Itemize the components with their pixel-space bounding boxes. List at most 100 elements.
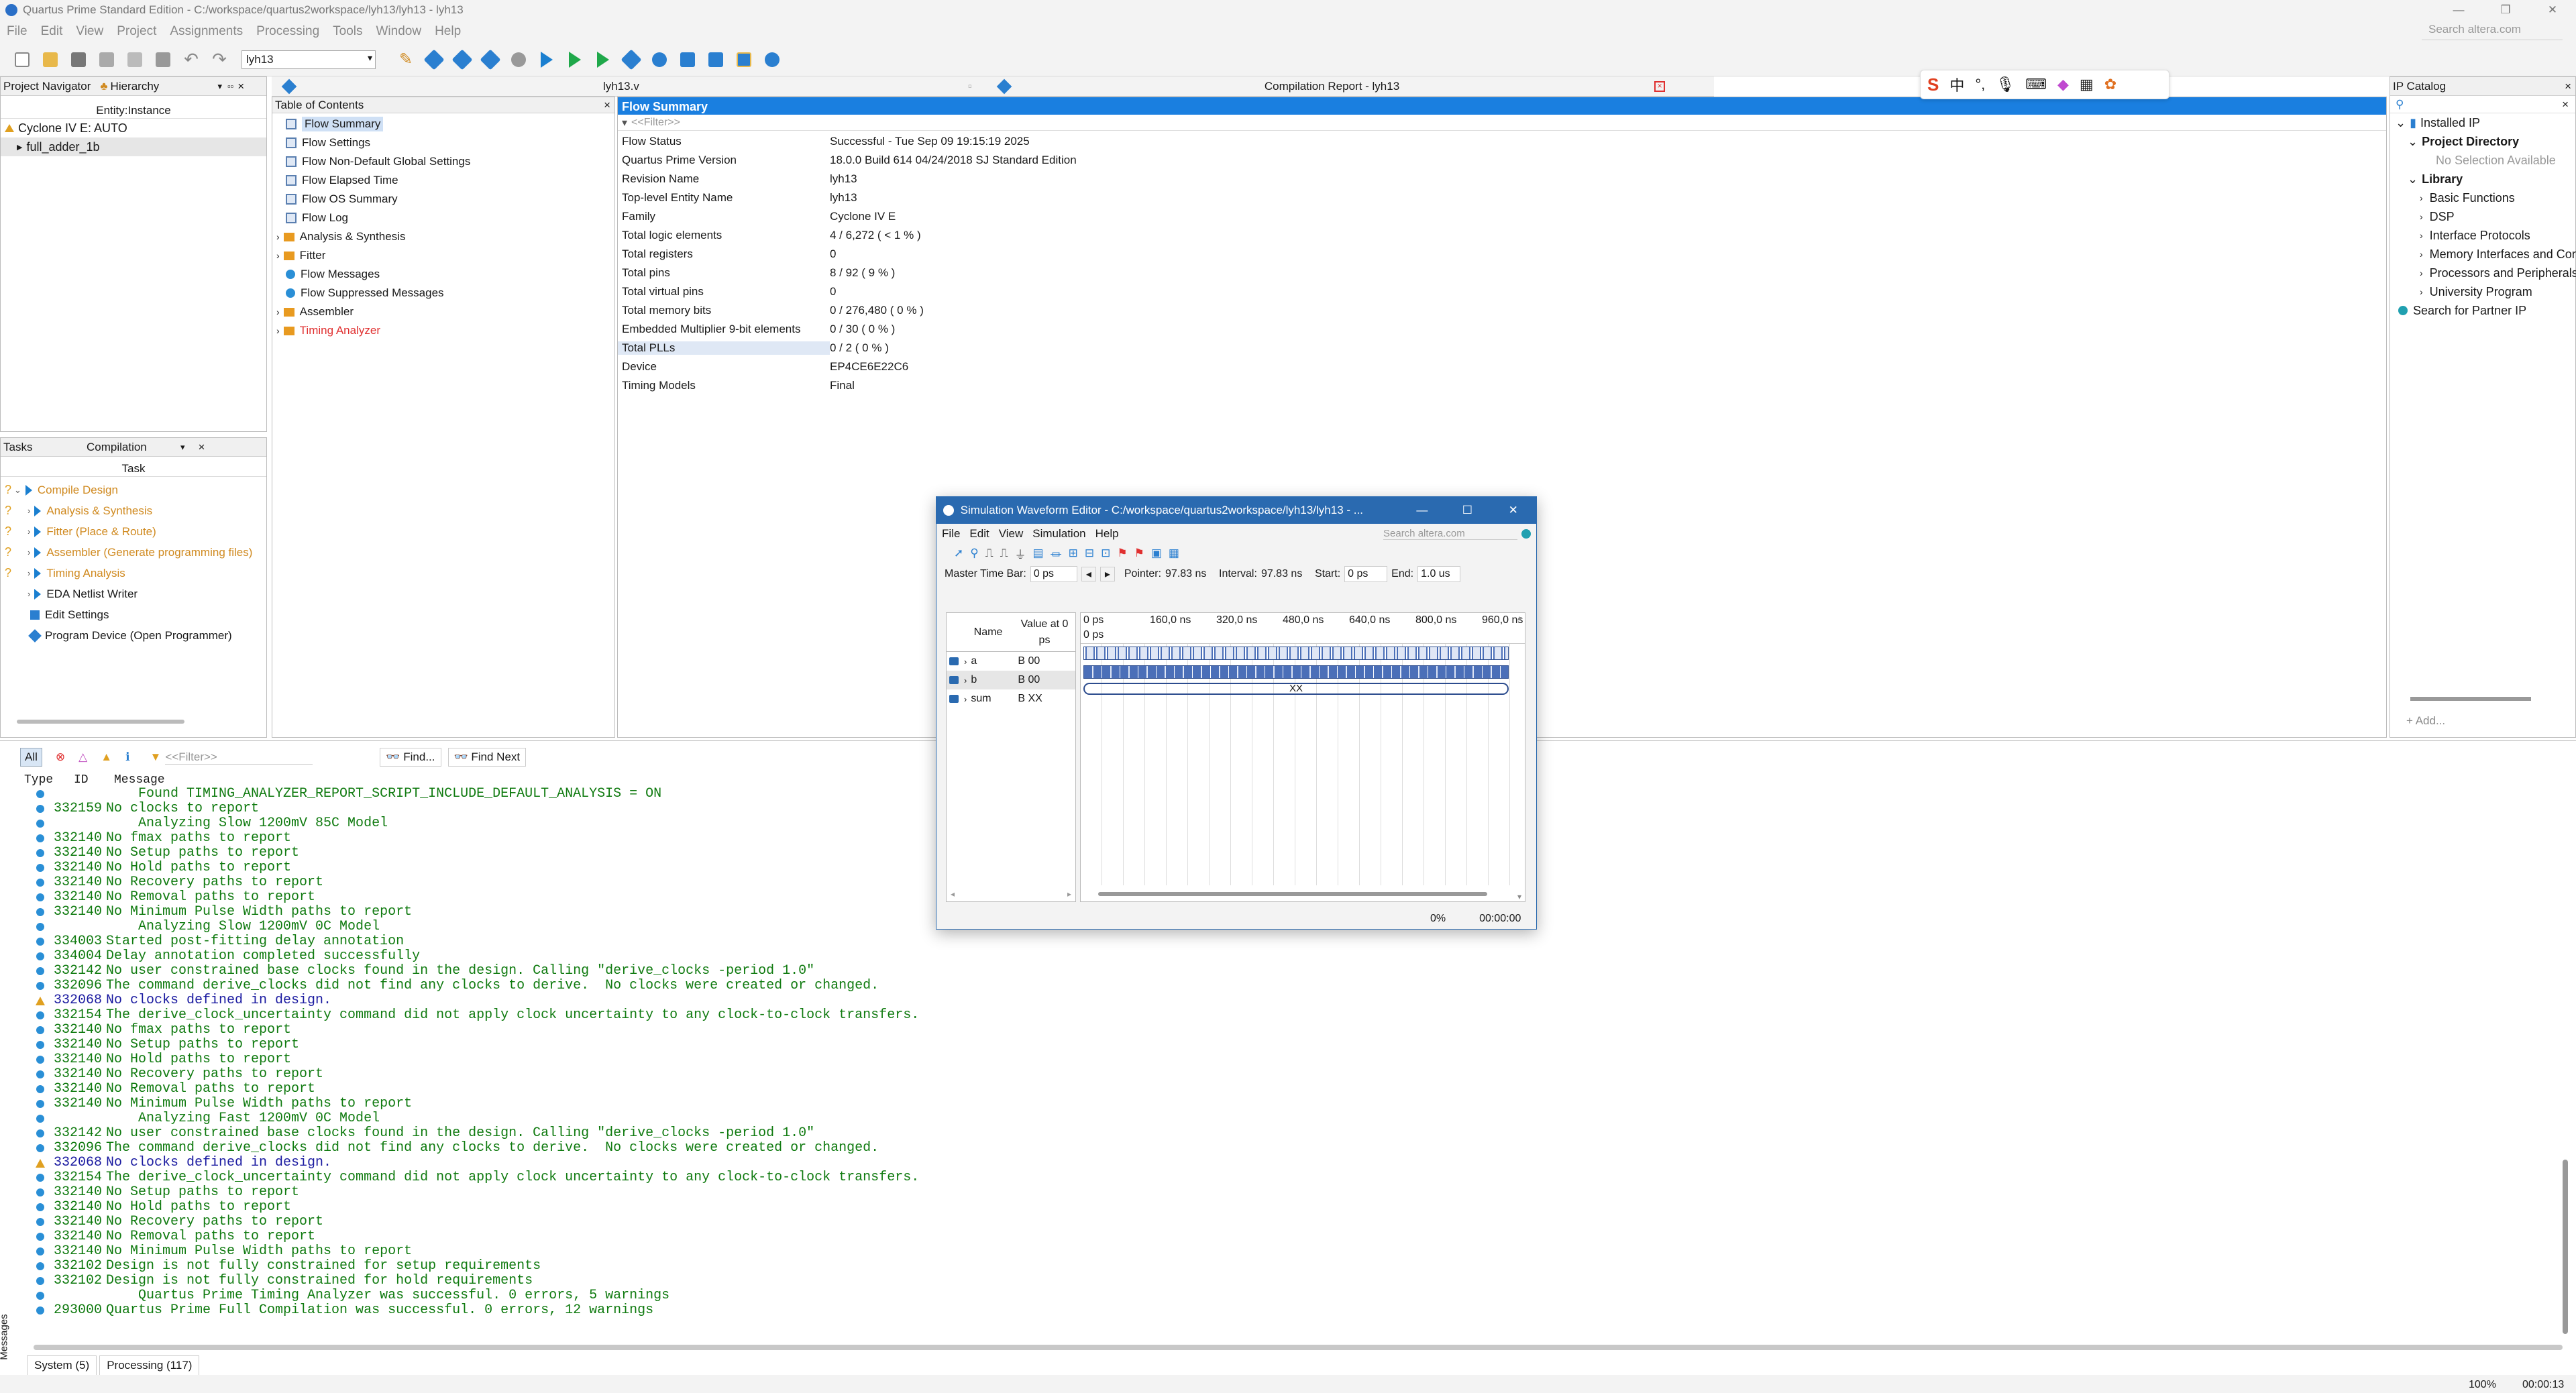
punctuation-icon[interactable]: °, bbox=[1975, 76, 1985, 93]
chevron-down-icon[interactable]: ▾ bbox=[180, 442, 185, 453]
task-item[interactable]: ? › Assembler (Generate programming files) bbox=[1, 542, 266, 563]
compare-icon[interactable]: ▦ bbox=[1169, 547, 1179, 560]
tab-close-icon[interactable]: × bbox=[1654, 80, 1666, 92]
panel-close-icon[interactable]: × bbox=[237, 80, 244, 93]
sim-search-icon[interactable] bbox=[1521, 529, 1531, 539]
toc-item[interactable]: Flow Messages bbox=[272, 265, 614, 284]
clear-search-icon[interactable]: × bbox=[2562, 98, 2569, 111]
ip-library-item[interactable]: › Processors and Peripherals bbox=[2396, 264, 2576, 282]
ip-library[interactable]: ⌄ Library bbox=[2396, 170, 2575, 188]
ip-library-item[interactable]: › University Program bbox=[2396, 282, 2575, 301]
sim-menu-view[interactable]: View bbox=[999, 527, 1024, 541]
task-item[interactable]: Program Device (Open Programmer) bbox=[1, 625, 266, 646]
chevron-right-icon[interactable]: › bbox=[276, 250, 280, 261]
play-icon[interactable] bbox=[34, 547, 42, 558]
prev-arrow-button[interactable]: ◂ bbox=[1081, 567, 1096, 581]
pencil-icon[interactable]: ✎ bbox=[394, 48, 417, 71]
message-row[interactable]: 332140 No Recovery paths to report bbox=[34, 1067, 2576, 1082]
signal-row[interactable]: › b B 00 bbox=[947, 671, 1075, 689]
menu-help[interactable]: Help bbox=[435, 24, 461, 39]
timing-analyzer-icon[interactable] bbox=[620, 48, 643, 71]
message-row[interactable]: 332140 No Setup paths to report bbox=[34, 1038, 2576, 1052]
sim-menu-simulation[interactable]: Simulation bbox=[1032, 527, 1085, 541]
snap-icon[interactable]: ⊡ bbox=[1101, 547, 1110, 560]
chevron-right-icon[interactable]: › bbox=[2420, 211, 2423, 222]
message-row[interactable]: 332154 The derive_clock_uncertainty comma… bbox=[34, 1170, 2576, 1185]
hierarchy-dropdown[interactable]: Hierarchy bbox=[111, 80, 218, 93]
programmer-icon[interactable] bbox=[704, 48, 727, 71]
chevron-right-icon[interactable]: › bbox=[2420, 286, 2423, 297]
chevron-right-icon[interactable]: › bbox=[28, 589, 30, 599]
menu-view[interactable]: View bbox=[76, 24, 103, 39]
chevron-right-icon[interactable]: › bbox=[276, 231, 280, 242]
ip-scrollbar[interactable] bbox=[2410, 697, 2531, 701]
play-icon[interactable] bbox=[25, 484, 32, 496]
chevron-right-icon[interactable]: › bbox=[2420, 249, 2423, 260]
run-timing-icon[interactable]: ⚑ bbox=[1134, 547, 1144, 560]
chevron-right-icon[interactable]: ▶ bbox=[17, 143, 22, 152]
fitter-icon[interactable] bbox=[592, 48, 614, 71]
redo-icon[interactable]: ↷ bbox=[208, 48, 231, 71]
stop-icon[interactable] bbox=[507, 48, 530, 71]
tab-system[interactable]: System (5) bbox=[27, 1355, 97, 1376]
waveform-vscroll[interactable]: ▴ ▾ bbox=[1515, 613, 1523, 901]
open-folder-icon[interactable] bbox=[39, 48, 62, 71]
message-row[interactable]: 332140 No Hold paths to report bbox=[34, 1052, 2576, 1067]
flag-filter-icon[interactable]: ▼ bbox=[150, 750, 162, 764]
sogou-icon[interactable]: S bbox=[1927, 74, 1939, 95]
message-row[interactable]: 332102 Design is not fully constrained fo… bbox=[34, 1274, 2576, 1288]
toc-item[interactable]: Flow OS Summary bbox=[272, 190, 614, 209]
play-icon[interactable] bbox=[34, 567, 42, 579]
message-row[interactable]: 332068 No clocks defined in design. bbox=[34, 1156, 2576, 1170]
play-icon[interactable] bbox=[34, 526, 42, 537]
sim-menu-file[interactable]: File bbox=[942, 527, 960, 541]
waveform-hscroll[interactable] bbox=[1098, 892, 1487, 896]
chevron-right-icon[interactable]: › bbox=[964, 694, 967, 704]
rtl-viewer-icon[interactable] bbox=[676, 48, 699, 71]
device-item[interactable]: Cyclone IV E: AUTO bbox=[1, 119, 266, 137]
all-filter-button[interactable]: All bbox=[20, 748, 42, 767]
sim-menu-edit[interactable]: Edit bbox=[969, 527, 989, 541]
messages-filter-input[interactable]: <<Filter>> bbox=[165, 750, 313, 765]
undo-icon[interactable]: ↶ bbox=[180, 48, 203, 71]
messages-hscroll[interactable] bbox=[34, 1345, 2563, 1350]
toc-item[interactable]: Flow Log bbox=[272, 209, 614, 227]
message-row[interactable]: 332142 No user constrained base clocks fo… bbox=[34, 964, 2576, 979]
compilation-report-icon[interactable] bbox=[648, 48, 671, 71]
signal-row[interactable]: › sum B XX bbox=[947, 689, 1075, 708]
altera-search-input[interactable]: Search altera.com bbox=[2422, 23, 2563, 40]
message-row[interactable]: 332140 No Setup paths to report bbox=[34, 1185, 2576, 1200]
task-item[interactable]: Edit Settings bbox=[1, 604, 266, 625]
message-row[interactable]: 332140 No Recovery paths to report bbox=[34, 1215, 2576, 1229]
chevron-down-icon[interactable]: ▾ bbox=[218, 81, 223, 92]
panel-close-icon[interactable]: × bbox=[604, 99, 610, 112]
random-icon[interactable]: ⊞ bbox=[1069, 547, 1078, 560]
ip-search-input[interactable]: ⚲ × bbox=[2390, 96, 2575, 113]
chevron-right-icon[interactable]: › bbox=[276, 307, 280, 317]
chevron-right-icon[interactable]: › bbox=[28, 526, 30, 537]
force-high-icon[interactable]: ⎍ bbox=[1000, 547, 1008, 560]
message-row[interactable]: 334004 Delay annotation completed success… bbox=[34, 949, 2576, 964]
toc-item[interactable]: › Analysis & Synthesis bbox=[272, 227, 614, 246]
sim-maximize-icon[interactable]: ☐ bbox=[1444, 504, 1490, 517]
invert-icon[interactable]: ⏚ bbox=[1015, 545, 1026, 562]
clock-icon[interactable]: ⏛ bbox=[1051, 545, 1062, 562]
zoom-tool-icon[interactable]: ⚲ bbox=[970, 547, 978, 560]
chip-planner-icon[interactable] bbox=[733, 48, 755, 71]
sim-search-input[interactable]: Search altera.com bbox=[1383, 528, 1517, 540]
new-file-icon[interactable] bbox=[11, 48, 34, 71]
message-row[interactable]: 332140 No Hold paths to report bbox=[34, 1200, 2576, 1215]
chevron-right-icon[interactable]: › bbox=[964, 657, 967, 667]
pin-planner-icon[interactable] bbox=[451, 48, 474, 71]
chevron-right-icon[interactable]: › bbox=[2420, 230, 2423, 241]
settings-diamond-icon[interactable] bbox=[479, 48, 502, 71]
ip-installed[interactable]: ⌄ ▮ Installed IP bbox=[2396, 113, 2575, 132]
ip-search-partner[interactable]: Search for Partner IP bbox=[2396, 301, 2575, 320]
tab-close-icon[interactable]: ▫ bbox=[968, 80, 972, 93]
toc-item[interactable]: Flow Summary bbox=[272, 115, 614, 133]
critical-warning-filter-icon[interactable]: △ bbox=[78, 750, 87, 764]
menu-edit[interactable]: Edit bbox=[41, 24, 63, 39]
signal-hscroll[interactable]: ◂ ▸ bbox=[951, 889, 1071, 899]
menu-window[interactable]: Window bbox=[376, 24, 422, 39]
force-low-icon[interactable]: ⎍ bbox=[985, 547, 994, 560]
